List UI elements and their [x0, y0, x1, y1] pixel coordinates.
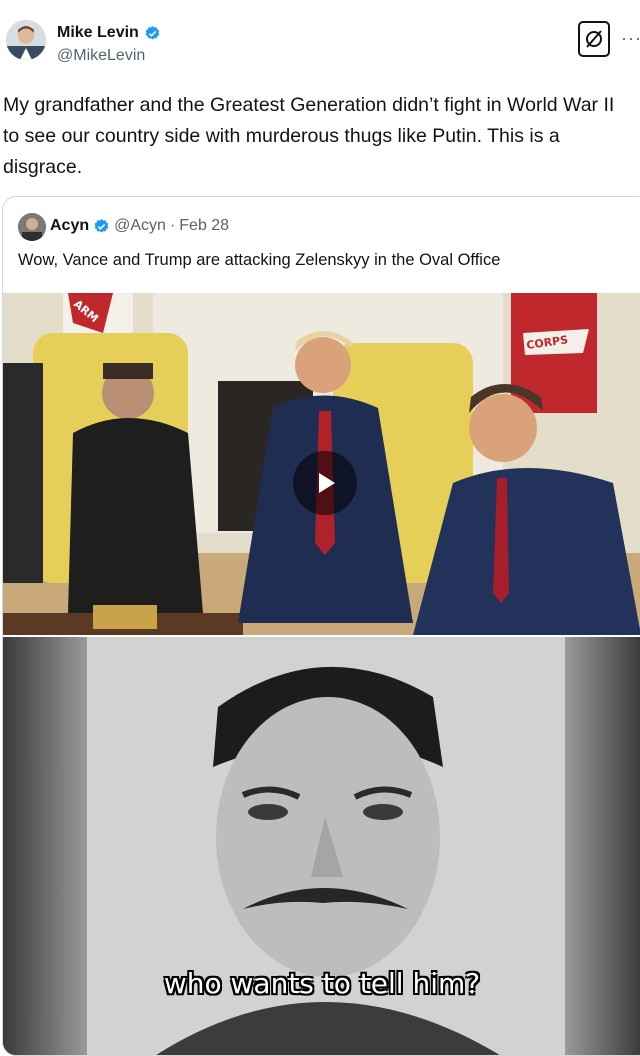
quoted-date[interactable]: Feb 28 — [179, 217, 229, 235]
grok-button[interactable] — [578, 21, 610, 57]
author-name[interactable]: Mike Levin — [57, 24, 139, 42]
author-name-row[interactable]: Mike Levin — [57, 24, 161, 42]
quoted-avatar[interactable] — [18, 213, 46, 241]
video-thumbnail[interactable]: ARM CORPS — [3, 293, 640, 635]
play-button[interactable] — [293, 451, 357, 515]
quoted-author-name[interactable]: Acyn — [50, 217, 89, 235]
quoted-header: Acyn @Acyn · Feb 28 — [50, 217, 229, 235]
more-icon[interactable]: ··· — [621, 28, 640, 49]
quoted-post[interactable]: Acyn @Acyn · Feb 28 Wow, Vance and Trump… — [2, 196, 640, 1056]
meme-image[interactable]: who wants to tell him? — [3, 637, 640, 1055]
post-text: My grandfather and the Greatest Generati… — [3, 94, 615, 178]
quoted-text: Wow, Vance and Trump are attacking Zelen… — [18, 251, 501, 269]
verified-badge-icon — [94, 218, 109, 233]
quoted-separator: · — [169, 217, 176, 234]
meme-caption: who wants to tell him? — [163, 967, 481, 1000]
verified-badge-icon — [145, 25, 160, 40]
author-avatar[interactable] — [6, 20, 46, 60]
author-block: Mike Levin @MikeLevin — [57, 24, 161, 65]
grok-icon — [586, 30, 602, 48]
author-handle[interactable]: @MikeLevin — [57, 47, 161, 65]
quoted-author-handle[interactable]: @Acyn — [114, 217, 166, 235]
play-icon — [319, 473, 335, 493]
